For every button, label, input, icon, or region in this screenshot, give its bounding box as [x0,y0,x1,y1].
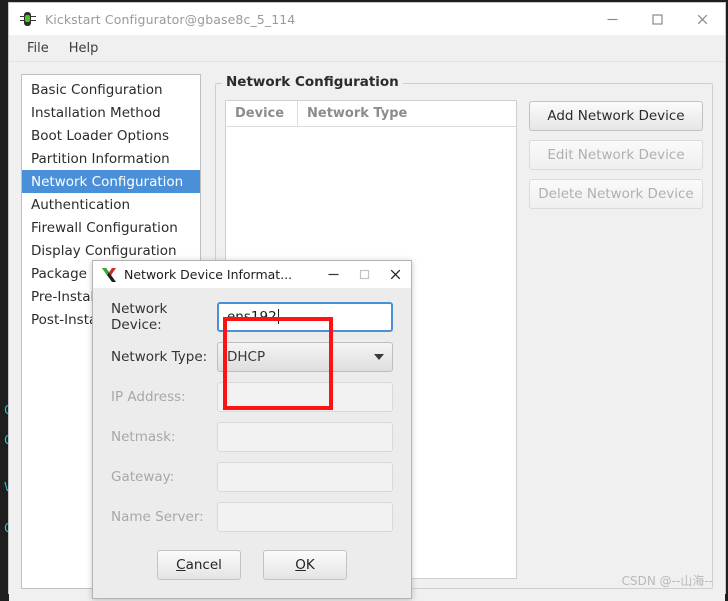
maximize-icon [652,13,663,25]
cancel-button[interactable]: Cancel [157,550,241,580]
network-device-information-dialog: Network Device Informat... Network Devic… [92,260,412,599]
form-row-name-server: Name Server: [111,501,393,532]
sidebar-item-authentication[interactable]: Authentication [22,193,200,216]
network-type-select[interactable]: DHCP [217,341,393,372]
netmask-label: Netmask: [111,428,176,445]
chevron-down-icon [374,353,384,360]
close-icon [390,269,401,280]
cancel-mnemonic: C [176,557,186,573]
netmask-input [217,421,393,452]
panel-title: Network Configuration [222,74,403,90]
close-button[interactable] [680,3,725,35]
gateway-label: Gateway: [111,468,175,485]
network-device-label: Network Device: [111,300,168,333]
text-caret [277,309,279,324]
window-controls [590,3,725,35]
dialog-body: Network Device: ens192 Network Type: DHC… [93,288,411,550]
sidebar-item-partition-information[interactable]: Partition Information [22,147,200,170]
network-device-value: ens192 [227,308,277,325]
network-type-value: DHCP [227,348,266,365]
form-row-network-device: Network Device: ens192 [111,300,393,333]
panel-button-group: Add Network Device Edit Network Device D… [529,100,703,579]
sidebar-item-display-configuration[interactable]: Display Configuration [22,239,200,262]
ok-mnemonic: O [295,557,306,573]
dialog-footer: Cancel OK [93,550,411,598]
sidebar-item-boot-loader-options[interactable]: Boot Loader Options [22,124,200,147]
minimize-icon [607,18,618,20]
maximize-icon [359,269,370,280]
menubar: File Help [9,35,725,62]
form-row-ip-address: IP Address: [111,381,393,412]
ok-label-rest: K [305,557,315,573]
sidebar-item-basic-configuration[interactable]: Basic Configuration [22,78,200,101]
dialog-maximize-button[interactable] [349,261,380,288]
menu-file[interactable]: File [17,38,59,59]
sidebar-item-network-configuration[interactable]: Network Configuration [22,170,200,193]
dialog-titlebar: Network Device Informat... [93,261,411,288]
form-row-netmask: Netmask: [111,421,393,452]
form-row-network-type: Network Type: DHCP [111,341,393,372]
table-header-device: Device [226,101,298,126]
dialog-minimize-button[interactable] [318,261,349,288]
cancel-label-rest: ancel [185,557,222,573]
watermark: CSDN @--山海-- [621,574,713,588]
window-title: Kickstart Configurator@gbase8c_5_114 [45,11,296,27]
ok-button[interactable]: OK [263,550,347,580]
sidebar-item-installation-method[interactable]: Installation Method [22,101,200,124]
window-titlebar: Kickstart Configurator@gbase8c_5_114 [9,3,725,35]
minimize-button[interactable] [590,3,635,35]
gateway-input [217,461,393,492]
name-server-label: Name Server: [111,508,204,525]
delete-network-device-button[interactable]: Delete Network Device [529,179,703,209]
bug-icon [20,11,36,27]
dialog-close-button[interactable] [380,261,411,288]
name-server-input [217,501,393,532]
table-header-network-type: Network Type [307,106,408,121]
network-device-input[interactable]: ens192 [217,301,393,332]
edit-network-device-button[interactable]: Edit Network Device [529,140,703,170]
ip-address-label: IP Address: [111,388,186,405]
dialog-title: Network Device Informat... [124,267,293,282]
close-icon [697,14,708,24]
network-type-label: Network Type: [111,348,208,365]
minimize-icon [328,273,339,276]
maximize-button[interactable] [635,3,680,35]
x-logo-icon [101,267,117,283]
dialog-window-controls [318,261,411,288]
form-row-gateway: Gateway: [111,461,393,492]
menu-help[interactable]: Help [59,38,109,59]
table-header-row: Device Network Type [226,101,516,127]
add-network-device-button[interactable]: Add Network Device [529,101,703,131]
ip-address-input [217,381,393,412]
sidebar-item-firewall-configuration[interactable]: Firewall Configuration [22,216,200,239]
